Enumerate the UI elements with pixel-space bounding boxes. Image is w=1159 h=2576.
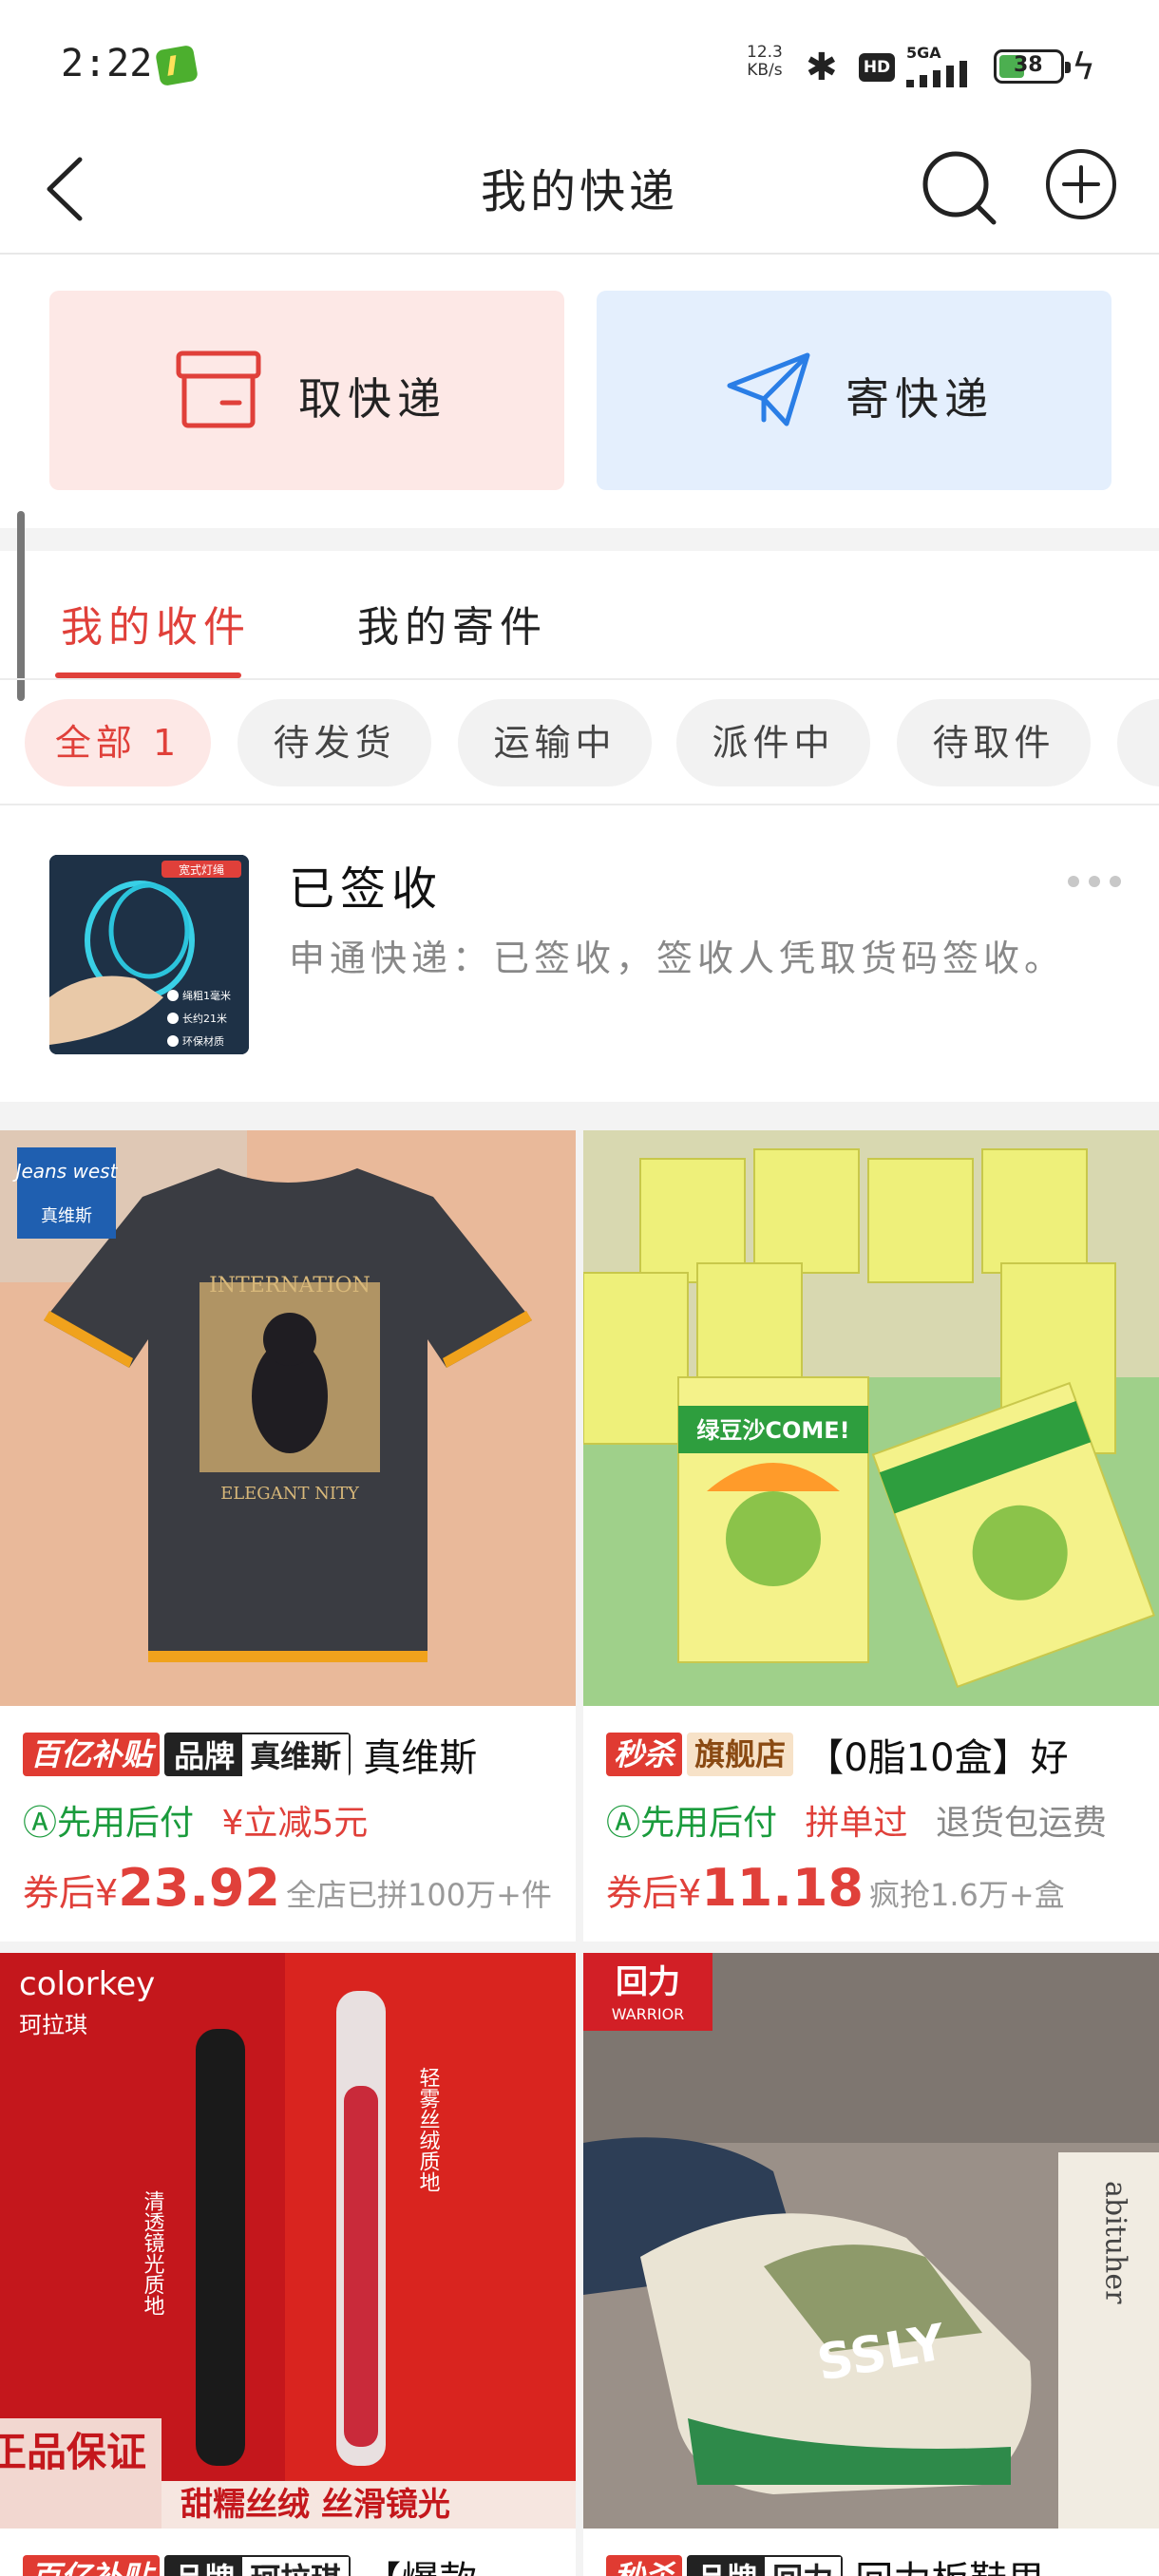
tab-received[interactable]: 我的收件: [61, 593, 251, 653]
subsidy-tag: 百亿补贴: [23, 1733, 161, 1776]
section-divider: [0, 1102, 1159, 1130]
package-box-icon: [176, 350, 261, 428]
filter-pending-ship[interactable]: 待发货: [238, 699, 431, 786]
price-value: 11.18: [701, 1858, 864, 1918]
brand-tag: 品牌 真维斯: [164, 1733, 352, 1778]
product-card[interactable]: INTERNATION ELEGANT NITY Jeans west 真维斯 …: [0, 1130, 576, 1941]
free-return-badge: 退货包运费: [935, 1804, 1107, 1843]
section-divider: [0, 528, 1159, 551]
net-speed-value: 12.3: [747, 43, 783, 62]
brand-logo-en: WARRIOR: [612, 2005, 685, 2023]
print-bottom: ELEGANT NITY: [220, 1484, 360, 1504]
search-icon[interactable]: [918, 146, 999, 228]
receive-package-button[interactable]: 取快递: [49, 291, 564, 490]
side-text-1: 清透镜光质地: [141, 2190, 165, 2316]
top-nav: 我的快递: [0, 123, 1159, 255]
pay-later-badge: Ⓐ先用后付: [23, 1804, 195, 1843]
filter-out-for-delivery[interactable]: 派件中: [676, 699, 870, 786]
bluetooth-icon: ✱: [806, 46, 838, 89]
discount-badge: ¥立减5元: [221, 1804, 369, 1843]
price-row: 券后¥23.92 全店已拼100万+件: [23, 1858, 552, 1918]
brand-logo-text: colorkey: [19, 1965, 155, 2003]
guarantee-text: 正品保证: [0, 2429, 146, 2475]
price-value: 23.92: [118, 1858, 280, 1918]
send-package-label: 寄快递: [846, 373, 994, 425]
package-item[interactable]: 宽式灯绳 绳粗1毫米 长约21米 环保材质 已签收 申通快递：已签收，签收人凭取…: [0, 807, 1159, 1102]
battery-icon: 38: [994, 49, 1071, 84]
product-title-row: 秒杀 旗舰店 【0脂10盒】好: [606, 1727, 1069, 1780]
hd-icon: HD: [859, 53, 895, 82]
product-image: INTERNATION ELEGANT NITY Jeans west 真维斯: [0, 1130, 576, 1706]
product-name: 回力板鞋男: [855, 2549, 1045, 2576]
status-filter-bar: 全部 1 待发货 运输中 派件中 待取件: [0, 682, 1159, 805]
box-label: 绿豆沙COME!: [696, 1417, 849, 1444]
subsidy-tag: 百亿补贴: [23, 2555, 161, 2576]
product-image: colorkey 珂拉琪 清透镜光质地 轻雾丝绒质地 正品保证 甜糯丝绒 丝滑镜…: [0, 1953, 576, 2529]
tab-bar: 我的收件 我的寄件: [0, 551, 1159, 680]
group-buy-badge: 拼单过: [805, 1804, 908, 1843]
more-options-icon[interactable]: [1068, 876, 1121, 891]
thumb-line2: 长约21米: [182, 1013, 227, 1025]
net-speed: 12.3 KB/s: [747, 44, 783, 80]
thumb-badge: 宽式灯绳: [179, 862, 224, 877]
receive-package-label: 取快递: [298, 373, 446, 425]
product-benefits: Ⓐ先用后付 ¥立减5元: [23, 1795, 368, 1845]
side-text-2: 轻雾丝绒质地: [416, 2067, 441, 2192]
product-feed: INTERNATION ELEGANT NITY Jeans west 真维斯 …: [0, 1130, 1159, 2576]
brand-logo-cn: 真维斯: [41, 1206, 92, 1226]
filter-more[interactable]: [1117, 699, 1159, 786]
product-image: abituher SSLY 回力 WARRIOR: [583, 1953, 1159, 2529]
product-title-row: 百亿补贴 品牌 真维斯 真维斯: [23, 1727, 477, 1780]
brand-tag: 品牌珂拉琪: [164, 2555, 352, 2576]
pay-later-badge: Ⓐ先用后付: [606, 1804, 778, 1843]
status-bar: 2:22 12.3 KB/s ✱ HD 5GA 38 ϟ: [0, 0, 1159, 123]
tab-sent[interactable]: 我的寄件: [357, 593, 547, 653]
product-title-row: 秒杀 品牌回力 回力板鞋男: [606, 2549, 1045, 2576]
price-prefix: 券后¥: [606, 1872, 702, 1914]
sales-note: 全店已拼100万+件: [286, 1877, 552, 1913]
print-top: INTERNATION: [209, 1274, 370, 1297]
brand-logo-cn: 回力: [616, 1963, 680, 2001]
flash-sale-tag: 秒杀: [606, 1733, 683, 1776]
package-status: 已签收: [289, 862, 444, 916]
signal-icon: 5GA: [906, 44, 980, 87]
product-card[interactable]: abituher SSLY 回力 WARRIOR 秒杀 品牌回力 回力板鞋男: [583, 1953, 1159, 2576]
filter-ready-pickup[interactable]: 待取件: [897, 699, 1091, 786]
product-name: 【爆款: [363, 2549, 477, 2576]
product-name: 【0脂10盒】好: [806, 1736, 1069, 1780]
send-package-button[interactable]: 寄快递: [597, 291, 1112, 490]
product-card[interactable]: 绿豆沙COME! 秒杀 旗舰店 【0脂10盒】好 Ⓐ先用后付 拼单过 退货包运费: [583, 1130, 1159, 1941]
banner-text: 甜糯丝绒 丝滑镜光: [180, 2486, 450, 2524]
flash-sale-tag: 秒杀: [606, 2555, 683, 2576]
thumb-line1: 绳粗1毫米: [182, 989, 231, 1002]
sales-note: 疯抢1.6万+盒: [869, 1877, 1065, 1913]
brand-logo-text: Jeans west: [12, 1160, 119, 1183]
status-time: 2:22: [61, 42, 153, 85]
charging-icon: ϟ: [1072, 46, 1096, 87]
app-notification-icon: [155, 44, 199, 87]
filter-in-transit[interactable]: 运输中: [458, 699, 652, 786]
package-thumbnail: 宽式灯绳 绳粗1毫米 长约21米 环保材质: [49, 855, 249, 1054]
paper-text: abituher: [1099, 2181, 1132, 2304]
flagship-tag: 旗舰店: [687, 1733, 794, 1776]
product-image: 绿豆沙COME!: [583, 1130, 1159, 1706]
product-benefits: Ⓐ先用后付 拼单过 退货包运费: [606, 1795, 1107, 1845]
filter-all[interactable]: 全部 1: [25, 699, 211, 786]
price-prefix: 券后¥: [23, 1872, 119, 1914]
thumb-line3: 环保材质: [182, 1034, 224, 1048]
paper-plane-icon: [727, 352, 810, 426]
active-tab-indicator: [55, 672, 241, 678]
brand-tag: 品牌回力: [687, 2555, 844, 2576]
net-speed-unit: KB/s: [747, 61, 783, 80]
product-card[interactable]: colorkey 珂拉琪 清透镜光质地 轻雾丝绒质地 正品保证 甜糯丝绒 丝滑镜…: [0, 1953, 576, 2576]
package-description: 申通快递：已签收，签收人凭取货码签收。: [289, 938, 1066, 979]
battery-level: 38: [1014, 53, 1043, 77]
add-icon[interactable]: [1043, 146, 1119, 222]
price-row: 券后¥11.18 疯抢1.6万+盒: [606, 1858, 1065, 1918]
signal-label: 5GA: [906, 44, 941, 62]
product-name: 真维斯: [363, 1736, 478, 1780]
brand-logo-cn: 珂拉琪: [19, 2012, 87, 2038]
product-title-row: 百亿补贴 品牌珂拉琪 【爆款: [23, 2549, 477, 2576]
quick-actions: 取快递 寄快递: [0, 256, 1159, 528]
